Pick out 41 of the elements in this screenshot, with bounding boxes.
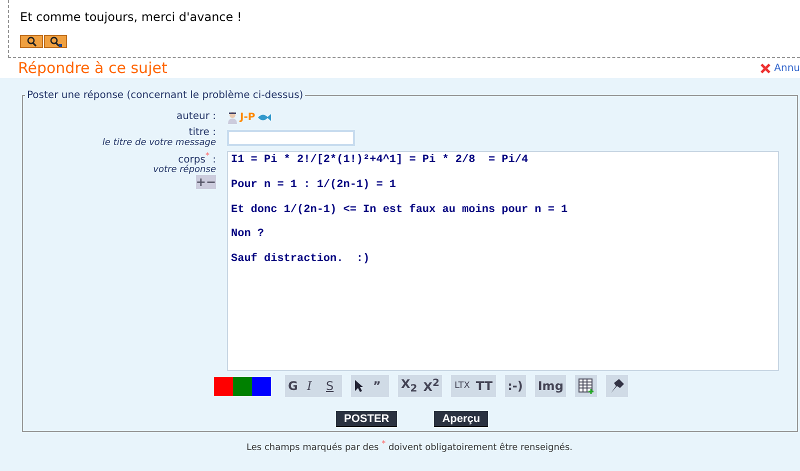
color-swatch[interactable]: [214, 376, 233, 396]
close-icon: [760, 62, 772, 74]
body-hint: votre réponse: [153, 165, 216, 176]
body-field[interactable]: I1 = Pi * 2!/[2*(1!)²+4^1] = Pi * 2/8 = Pi/4 Pour n = 1 : 1/(2n-1) = 1 Et donc 1/(2n-1) <= In est faux au moins pour n = 1 Non ? Sauf distraction. :): [227, 151, 779, 371]
format-button[interactable]: LTX: [451, 375, 473, 397]
format-button[interactable]: X$^{2}$: [420, 375, 442, 397]
format-button[interactable]: Img: [534, 375, 566, 397]
format-button[interactable]: S: [323, 375, 342, 397]
submit-button[interactable]: Aperçu: [434, 411, 488, 427]
format-button[interactable]: TT: [472, 375, 496, 397]
body-label: corps$^{*}$ :: [178, 151, 216, 166]
pin-icon: [609, 378, 626, 394]
search-icon: [48, 36, 62, 47]
search-button[interactable]: [20, 35, 43, 48]
table-icon: [578, 378, 594, 394]
resize-control[interactable]: +−: [196, 175, 216, 190]
search-button[interactable]: [44, 35, 67, 48]
pin-button[interactable]: [606, 375, 628, 397]
title-field[interactable]: [227, 130, 355, 146]
user-icon: [227, 111, 238, 124]
reply-heading: Répondre à ce sujet: [18, 59, 168, 77]
format-button[interactable]: G: [285, 375, 304, 397]
title-hint: le titre de votre message: [102, 138, 216, 148]
cursor-button[interactable]: [351, 375, 370, 397]
message-text: Et comme toujours, merci d'avance !: [20, 10, 243, 24]
color-swatch[interactable]: [233, 376, 252, 396]
required-note: Les champs marqués par des $^{*}$ doivent obligatoirement être renseignés.: [246, 439, 574, 453]
fish-icon: [257, 112, 272, 123]
color-swatch[interactable]: [252, 376, 271, 396]
format-button[interactable]: X$_{2}$: [398, 375, 420, 397]
format-button[interactable]: I: [304, 375, 323, 397]
title-label: titre :: [188, 127, 216, 138]
table-button[interactable]: [575, 375, 598, 397]
search-icon: [26, 36, 38, 47]
format-button[interactable]: ”: [370, 375, 389, 397]
fieldset-legend: Poster une réponse (concernant le problème ci-dessus): [25, 90, 306, 101]
author-label: auteur :: [176, 111, 216, 122]
cursor-icon: [354, 379, 364, 393]
cancel-link[interactable]: Annu: [760, 62, 800, 74]
submit-button[interactable]: POSTER: [336, 411, 398, 427]
format-button[interactable]: :-): [504, 375, 526, 397]
